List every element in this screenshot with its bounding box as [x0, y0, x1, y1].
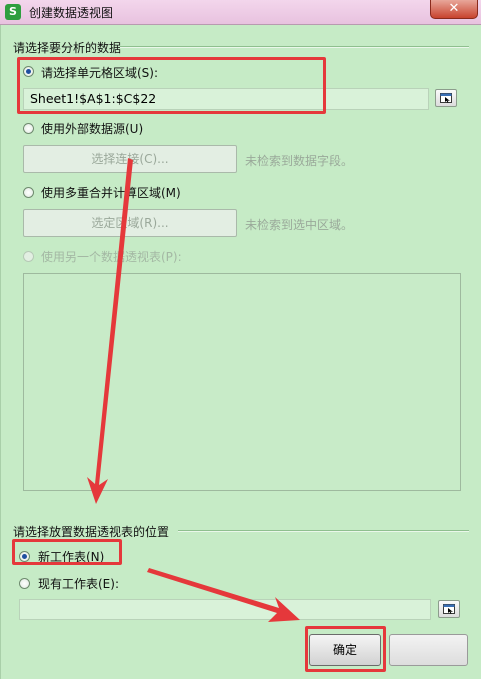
- existing-sheet-input[interactable]: [19, 599, 431, 620]
- source-group-divider: [120, 46, 469, 48]
- select-ranges-button[interactable]: 选定区域(R)...: [23, 209, 237, 237]
- external-source-hint: 未检索到数据字段。: [245, 154, 354, 168]
- pivot-table-list[interactable]: [23, 273, 461, 491]
- wps-spreadsheet-icon: S: [5, 4, 21, 20]
- title-bar: S 创建数据透视图 ✕: [0, 0, 481, 25]
- existing-sheet-picker-icon: [443, 604, 455, 614]
- other-pivot-radio[interactable]: [23, 251, 34, 262]
- cancel-button[interactable]: [389, 634, 468, 666]
- range-radio[interactable]: [23, 66, 34, 77]
- consolidate-label: 使用多重合并计算区域(M): [41, 186, 181, 200]
- choose-connection-button[interactable]: 选择连接(C)...: [23, 145, 237, 173]
- source-group-title: 请选择要分析的数据: [13, 41, 122, 55]
- new-sheet-label: 新工作表(N): [38, 550, 105, 564]
- range-picker-icon: [440, 93, 452, 103]
- other-pivot-label: 使用另一个数据透视表(P):: [41, 250, 182, 264]
- consolidate-hint: 未检索到选中区域。: [245, 218, 354, 232]
- window-title: 创建数据透视图: [29, 6, 114, 20]
- ok-button[interactable]: 确定: [309, 634, 381, 666]
- existing-sheet-label: 现有工作表(E):: [38, 577, 119, 591]
- close-button[interactable]: ✕: [430, 0, 478, 19]
- range-input[interactable]: Sheet1!$A$1:$C$22: [23, 88, 429, 110]
- existing-sheet-picker-button[interactable]: [438, 600, 460, 618]
- existing-sheet-radio[interactable]: [19, 578, 30, 589]
- new-sheet-radio[interactable]: [19, 551, 30, 562]
- consolidate-radio[interactable]: [23, 187, 34, 198]
- external-source-radio[interactable]: [23, 123, 34, 134]
- range-label: 请选择单元格区域(S):: [41, 66, 159, 80]
- external-source-label: 使用外部数据源(U): [41, 122, 144, 136]
- placement-group-divider: [178, 530, 469, 532]
- range-picker-button[interactable]: [435, 89, 457, 107]
- placement-group-title: 请选择放置数据透视表的位置: [13, 525, 170, 539]
